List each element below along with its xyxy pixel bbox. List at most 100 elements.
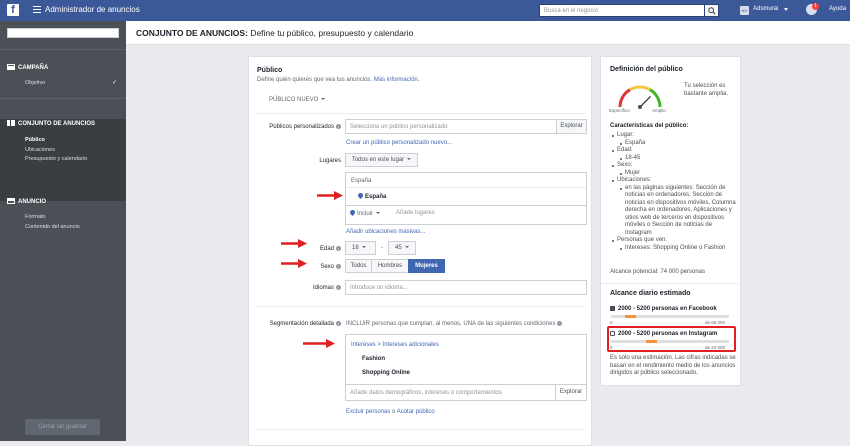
exclude-links: Excluir personas o Acotar público: [346, 409, 435, 415]
info-icon[interactable]: i: [336, 321, 341, 326]
daily-reach-title: Alcance diario estimado: [610, 290, 691, 297]
page-title: CONJUNTO DE ANUNCIOS: Define tu público,…: [136, 28, 413, 38]
exclude-people-link[interactable]: Excluir personas: [346, 409, 390, 415]
characteristic-label: Edad:: [617, 147, 633, 153]
page-header: CONJUNTO DE ANUNCIOS: Define tu público,…: [126, 21, 850, 45]
gender-all-button[interactable]: Todos: [345, 259, 372, 273]
create-custom-audience-link[interactable]: Crear un público personalizado nuevo...: [346, 140, 452, 146]
sidebar-section-adset[interactable]: CONJUNTO DE ANUNCIOS: [7, 120, 95, 127]
sidebar-item-ad-content[interactable]: Contenido del anuncio: [25, 224, 80, 230]
facebook-reach-text: 2000 - 5200 personas en Facebook: [618, 306, 717, 312]
annotation-arrow-icon: [281, 239, 307, 248]
targeting-explore-button[interactable]: Explorar: [555, 384, 586, 400]
audience-subtitle-text: Define quién quieres que vea tus anuncio…: [257, 77, 373, 83]
age-min-value: 18: [352, 245, 359, 251]
detailed-targeting-text: Segmentación detallada: [269, 321, 334, 327]
age-max-select[interactable]: 45: [388, 241, 416, 255]
chevron-down-icon: [321, 98, 326, 100]
targeting-input[interactable]: Añade datos demográficos, intereses o co…: [350, 390, 502, 396]
characteristic-value-text: España: [625, 139, 646, 146]
bulk-locations-link[interactable]: Añadir ubicaciones masivas...: [346, 229, 425, 235]
languages-text: Idiomas: [312, 285, 334, 291]
info-icon[interactable]: i: [336, 246, 341, 251]
bullet-icon: [620, 187, 622, 190]
age-text: Edad: [319, 246, 334, 252]
instagram-reach: 2000 - 5200 personas en Instagram: [610, 331, 717, 337]
info-icon[interactable]: i: [336, 285, 341, 290]
age-min-select[interactable]: 18: [345, 241, 376, 255]
close-without-saving-button[interactable]: Cerrar sin guardar: [25, 419, 100, 435]
facebook-logo-icon[interactable]: f: [7, 4, 19, 16]
app-title[interactable]: Administrador de anuncios: [45, 5, 140, 14]
help-link[interactable]: Ayuda: [829, 6, 846, 12]
sidebar-item-placements[interactable]: Ubicaciones: [25, 147, 55, 153]
breadcrumb-additional-interests[interactable]: Intereses adicionales: [383, 342, 439, 348]
characteristics-list: Lugar: España Edad: 18-45 Sexo: Mujer Ubicacio…: [610, 132, 736, 252]
location-pin-icon: [350, 210, 355, 216]
include-dropdown[interactable]: Incluir: [350, 210, 381, 217]
account-avatar[interactable]: NG: [740, 6, 749, 15]
locations-label: Lugares: [319, 158, 341, 164]
menu-icon[interactable]: [33, 6, 41, 14]
sidebar-section-campaign[interactable]: CAMPAÑA: [7, 64, 48, 71]
divider: [0, 98, 126, 99]
instagram-reach-min: 0: [610, 345, 613, 350]
breadcrumb-separator: >: [375, 342, 383, 348]
more-info-link[interactable]: Más información.: [374, 77, 420, 83]
gender-women-button[interactable]: Mujeres: [408, 259, 445, 273]
characteristic-value-text: Mujer: [625, 169, 641, 176]
sidebar-item-objective[interactable]: Objetivo: [25, 80, 45, 86]
audience-title: Público: [257, 67, 283, 74]
sidebar-search-input[interactable]: [7, 28, 119, 38]
locations-select-value: Todos en este lugar: [351, 157, 405, 163]
gauge-description: Tu selección es bastante amplia.: [684, 83, 729, 97]
characteristic-value: España: [617, 140, 736, 148]
bullet-icon: [620, 247, 622, 250]
gauge-right-label: Amplio: [652, 108, 666, 113]
info-icon[interactable]: i: [557, 321, 563, 326]
add-places-input[interactable]: Añade lugares: [396, 210, 435, 216]
chevron-down-icon: [404, 246, 409, 248]
languages-input[interactable]: Introduce un idioma...: [345, 280, 587, 295]
adset-icon: [7, 120, 15, 126]
search-button[interactable]: [705, 4, 719, 17]
ad-icon: [7, 198, 15, 204]
custom-audience-input[interactable]: Selecciona un público personalizado: [345, 119, 557, 134]
gender-men-button[interactable]: Hombres: [371, 259, 409, 273]
explore-button[interactable]: Explorar: [556, 119, 587, 134]
characteristic-label: Sexo:: [617, 162, 633, 168]
sidebar-item-format[interactable]: Formato: [25, 214, 45, 220]
narrow-audience-link[interactable]: Acotar público: [397, 409, 435, 415]
info-icon[interactable]: i: [336, 264, 341, 269]
characteristic-label: Personas que ven:: [617, 237, 668, 243]
instagram-reach-text: 2000 - 5200 personas en Instagram: [618, 331, 718, 337]
characteristic-value: 18-45: [617, 155, 736, 163]
reach-note: Es solo una estimación. Las cifras indic…: [610, 355, 736, 376]
search-input[interactable]: Busca en el negocio: [539, 4, 705, 17]
facebook-reach-max: de 66 000: [705, 320, 726, 325]
sidebar-section-ad[interactable]: ANUNCIO: [7, 198, 46, 205]
chevron-down-icon[interactable]: [784, 8, 788, 11]
audience-gauge-icon: [618, 85, 662, 109]
info-icon[interactable]: i: [336, 124, 341, 129]
detailed-targeting-box: Intereses > Intereses adicionales Fashio…: [345, 334, 587, 401]
definition-title: Definición del público: [610, 66, 683, 73]
sidebar-item-audience[interactable]: Público: [25, 137, 45, 143]
interest-item[interactable]: Shopping Online: [362, 370, 410, 376]
locations-select[interactable]: Todos en este lugar: [345, 153, 418, 167]
sidebar-item-budget[interactable]: Presupuesto y calendario: [25, 156, 87, 162]
facebook-reach-bar: [611, 315, 729, 318]
characteristic-label: Lugar:: [617, 132, 635, 138]
divider: [346, 205, 586, 206]
notification-badge[interactable]: 1: [812, 3, 819, 10]
divider: [257, 306, 585, 307]
chevron-down-icon: [376, 212, 381, 214]
sidebar: CAMPAÑA Objetivo ✓ CONJUNTO DE ANUNCIOS …: [0, 21, 126, 441]
account-name[interactable]: Adsmurai: [753, 6, 778, 12]
breadcrumb-interests[interactable]: Intereses: [351, 342, 376, 348]
annotation-arrow-icon: [303, 339, 335, 348]
characteristic-item: Sexo: Mujer: [610, 162, 736, 177]
selected-country[interactable]: España: [358, 193, 386, 200]
new-audience-dropdown[interactable]: PÚBLICO NUEVO: [269, 97, 326, 103]
interest-item[interactable]: Fashion: [362, 356, 385, 362]
